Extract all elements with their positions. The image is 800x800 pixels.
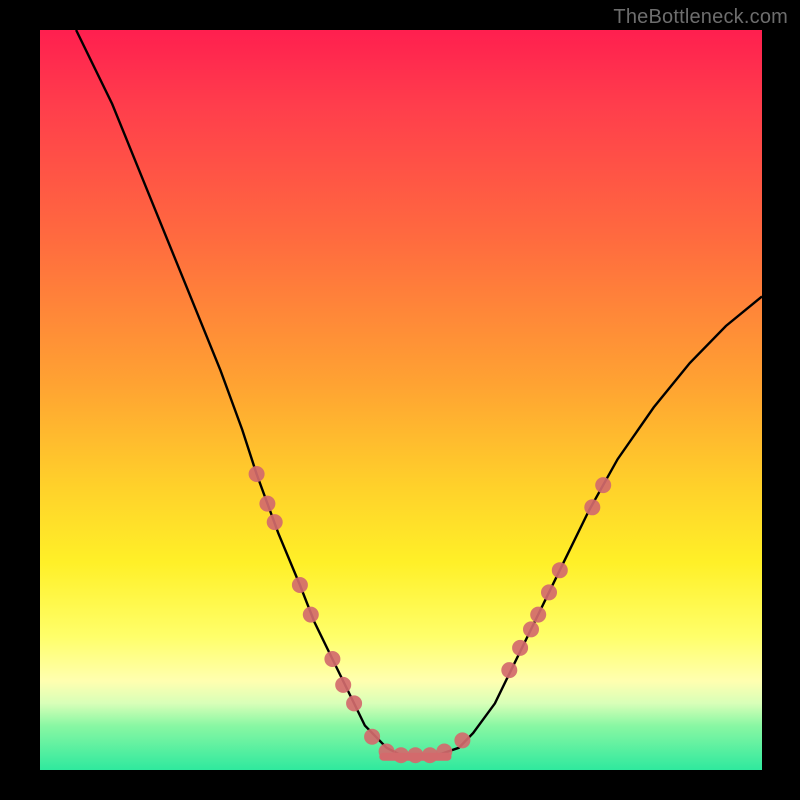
curve-marker (422, 747, 438, 763)
curve-marker (249, 466, 265, 482)
curve-marker (530, 607, 546, 623)
curve-marker (346, 695, 362, 711)
curve-marker (303, 607, 319, 623)
curve-path (76, 30, 762, 755)
curve-marker (292, 577, 308, 593)
curve-marker (552, 562, 568, 578)
curve-marker (501, 662, 517, 678)
curve-marker (523, 621, 539, 637)
curve-marker (454, 732, 470, 748)
bottleneck-curve (76, 30, 762, 755)
curve-marker (541, 584, 557, 600)
curve-marker (436, 744, 452, 760)
curve-marker (595, 477, 611, 493)
chart-frame: TheBottleneck.com (0, 0, 800, 800)
plot-area (40, 30, 762, 770)
curve-marker (512, 640, 528, 656)
curve-marker (379, 744, 395, 760)
curve-marker (335, 677, 351, 693)
curve-markers (249, 466, 612, 763)
curve-layer (40, 30, 762, 770)
curve-marker (267, 514, 283, 530)
watermark-text: TheBottleneck.com (613, 6, 788, 29)
curve-marker (407, 747, 423, 763)
curve-marker (324, 651, 340, 667)
curve-marker (364, 729, 380, 745)
curve-marker (584, 499, 600, 515)
curve-marker (259, 496, 275, 512)
curve-marker (393, 747, 409, 763)
